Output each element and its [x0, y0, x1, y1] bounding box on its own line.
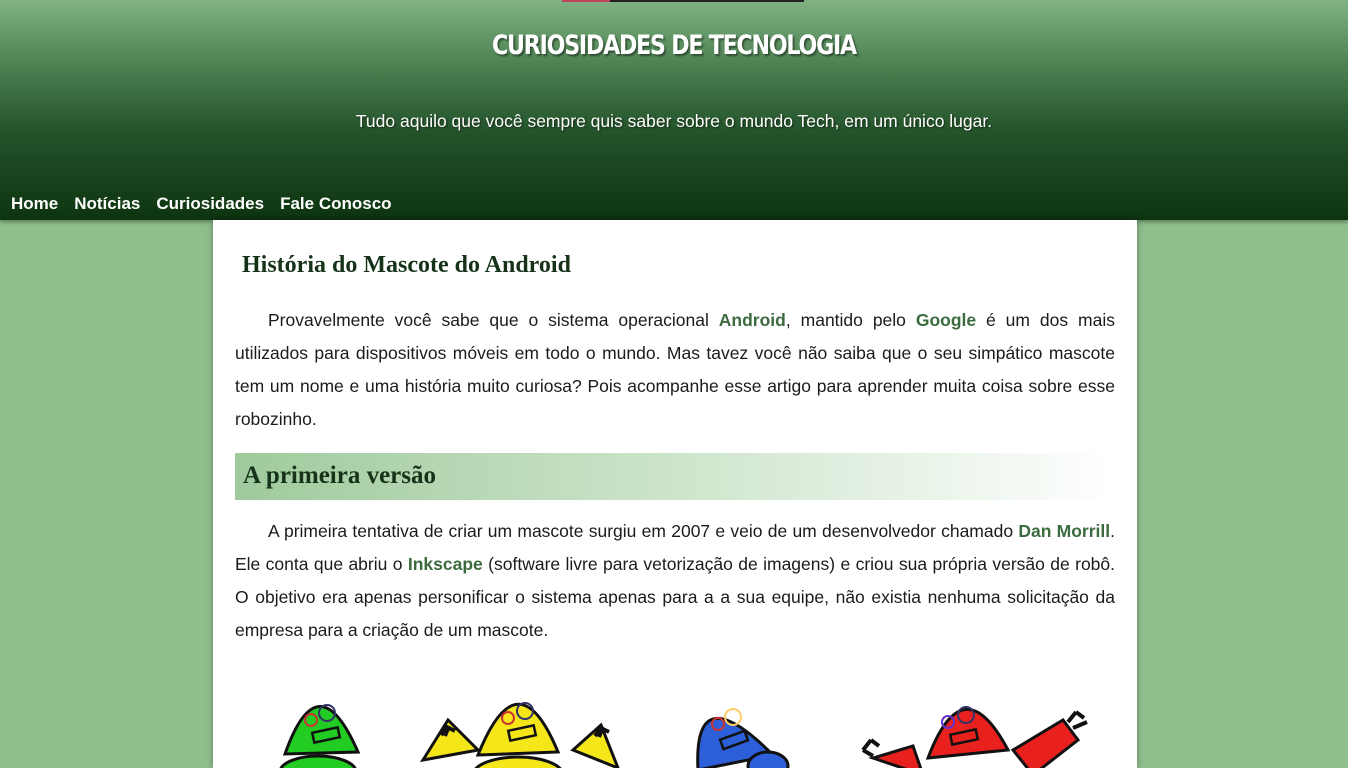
article-title: História do Mascote do Android — [242, 252, 571, 278]
yellow-robot-illustration — [419, 702, 620, 768]
red-robot-arm-left — [868, 744, 923, 768]
nav-fale-conosco[interactable]: Fale Conosco — [280, 194, 391, 214]
mascot-sketches-image — [279, 702, 1088, 768]
nav-home[interactable]: Home — [11, 194, 58, 214]
nav-curiosidades[interactable]: Curiosidades — [156, 194, 264, 214]
article-container: História do Mascote do Android Provavelm… — [213, 220, 1137, 768]
blue-robot-body — [746, 750, 790, 768]
section-title: A primeira versão — [243, 462, 437, 489]
section-paragraph: A primeira tentativa de criar um mascote… — [235, 515, 1115, 647]
yellow-robot-arm-right — [570, 722, 620, 768]
nav-noticias[interactable]: Notícias — [74, 194, 140, 214]
top-accent-mark — [562, 0, 610, 2]
keyword-dan-morrill: Dan Morrill — [1018, 521, 1111, 541]
keyword-android: Android — [718, 310, 786, 330]
red-robot-claw-left — [861, 738, 881, 758]
section-heading-bar: A primeira versão — [235, 453, 1115, 500]
green-robot-body — [279, 754, 357, 768]
red-robot-claw-right — [1066, 710, 1088, 730]
green-robot-illustration — [279, 704, 361, 768]
section-text-1: A primeira tentativa de criar um mascote… — [268, 521, 1019, 541]
keyword-google: Google — [915, 310, 977, 330]
yellow-robot-body — [474, 755, 562, 768]
red-robot-head — [925, 707, 1011, 760]
site-title: CURIOSIDADES DE TECNOLOGIA — [492, 30, 857, 61]
keyword-inkscape: Inkscape — [407, 554, 483, 574]
intro-text-2: , mantido pelo — [785, 310, 916, 330]
intro-text-1: Provavelmente você sabe que o sistema op… — [268, 310, 719, 330]
main-nav: Home Notícias Curiosidades Fale Conosco — [11, 194, 408, 214]
site-header: CURIOSIDADES DE TECNOLOGIA Tudo aquilo q… — [0, 0, 1348, 220]
red-robot-arm-right — [1010, 718, 1081, 768]
top-accent-strip — [562, 0, 804, 2]
yellow-robot-arm-left — [419, 717, 482, 763]
blue-robot-illustration — [696, 708, 790, 768]
site-tagline: Tudo aquilo que você sempre quis saber s… — [355, 111, 993, 131]
intro-paragraph: Provavelmente você sabe que o sistema op… — [235, 304, 1115, 436]
red-robot-illustration — [861, 706, 1088, 768]
